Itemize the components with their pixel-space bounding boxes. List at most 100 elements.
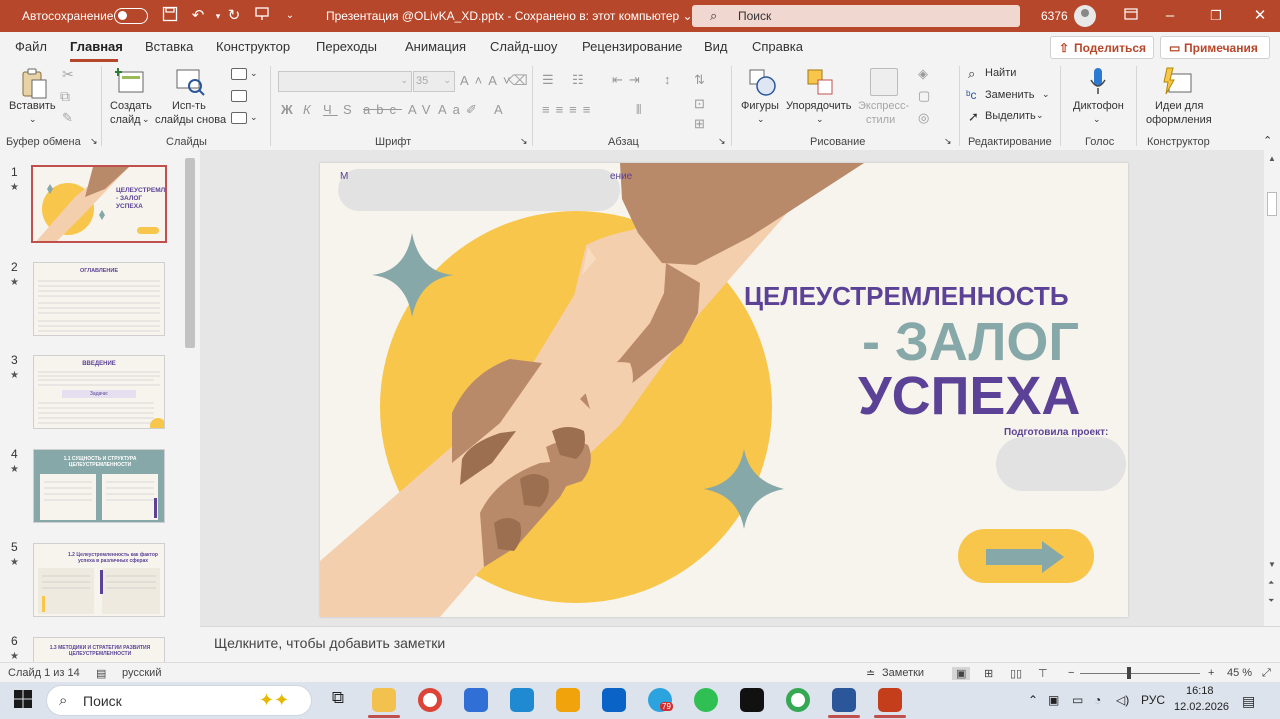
tab-insert[interactable]: Вставка xyxy=(145,39,193,54)
clipboard-launcher-icon[interactable]: ↘ xyxy=(90,136,98,147)
tab-design[interactable]: Конструктор xyxy=(216,39,290,54)
present-icon[interactable] xyxy=(252,6,272,26)
collapse-ribbon-icon[interactable]: ⌃ xyxy=(1263,134,1272,147)
designer-label-2[interactable]: оформления xyxy=(1146,114,1212,126)
shape-fill-icon[interactable]: ◈ xyxy=(918,66,934,82)
clock-date[interactable]: 12.02.2026 xyxy=(1174,701,1229,713)
slide-thumbnail-6[interactable]: 1.3 МЕТОДИКИ И СТРАТЕГИИ РАЗВИТИЯ ЦЕЛЕУС… xyxy=(33,637,165,662)
italic-icon[interactable]: К xyxy=(303,102,317,117)
reuse-slides-label-2[interactable]: слайды снова xyxy=(155,114,226,126)
restore-icon[interactable]: ❐ xyxy=(1206,6,1226,26)
replace-icon[interactable]: ᵇc xyxy=(966,88,977,102)
outlook-icon[interactable] xyxy=(602,688,626,712)
fit-to-window-icon[interactable]: ⤢ xyxy=(1262,667,1271,680)
sublime-icon[interactable] xyxy=(556,688,580,712)
shapes-label[interactable]: Фигуры xyxy=(741,100,779,112)
quick-styles-icon[interactable] xyxy=(870,68,898,96)
thumbnail-scrollbar[interactable] xyxy=(185,158,195,348)
notion-icon[interactable] xyxy=(740,688,764,712)
text-direction-icon[interactable]: ⇅ xyxy=(694,72,711,88)
shapes-icon[interactable] xyxy=(748,68,778,98)
paste-label[interactable]: Вставить xyxy=(9,100,56,112)
drawing-launcher-icon[interactable]: ↘ xyxy=(944,136,952,147)
chrome-profile-icon[interactable] xyxy=(786,688,810,712)
select-dropdown-icon[interactable]: ⌄ xyxy=(1036,110,1044,121)
paste-icon[interactable] xyxy=(20,68,48,100)
avatar[interactable] xyxy=(1074,5,1096,27)
align-icons[interactable]: ≡≡≡≡ xyxy=(542,102,596,117)
change-case-icon[interactable]: Aa xyxy=(438,102,466,117)
columns-icon[interactable]: ⫴ xyxy=(636,102,647,118)
zoom-slider-knob[interactable] xyxy=(1127,667,1131,679)
quick-styles-label-1[interactable]: Экспресс- xyxy=(858,100,909,112)
font-color-icon[interactable]: A xyxy=(494,102,509,117)
save-icon[interactable] xyxy=(160,6,180,26)
select-icon[interactable]: ➚ xyxy=(968,109,979,125)
slide-thumbnail-4[interactable]: 1.1 СУЩНОСТЬ И СТРУКТУРА ЦЕЛЕУСТРЕМЛЕННО… xyxy=(33,449,165,523)
notes-toggle-icon[interactable]: ≐ xyxy=(866,667,875,680)
slide-thumbnail-3[interactable]: ВВЕДЕНИЕ Задачи: xyxy=(33,355,165,429)
scroll-thumb[interactable] xyxy=(1267,192,1277,216)
highlight-icon[interactable]: ✐ xyxy=(466,102,483,118)
chrome-icon[interactable] xyxy=(418,688,442,712)
dictate-icon[interactable] xyxy=(1089,66,1107,98)
quick-styles-label-2[interactable]: стили xyxy=(866,114,895,126)
shapes-dropdown-icon[interactable]: ⌄ xyxy=(757,114,765,125)
photos-icon[interactable] xyxy=(510,688,534,712)
store-icon[interactable] xyxy=(464,688,488,712)
reuse-slides-icon[interactable] xyxy=(175,68,205,96)
shape-effects-icon[interactable]: ◎ xyxy=(918,110,935,126)
show-hidden-icons[interactable]: ⌃ xyxy=(1028,693,1038,707)
clock-time[interactable]: 16:18 xyxy=(1186,685,1214,697)
new-slide-icon[interactable] xyxy=(115,68,145,96)
minimize-icon[interactable]: – xyxy=(1160,6,1180,26)
line-spacing-icon[interactable]: ↕ xyxy=(664,72,677,87)
tab-file[interactable]: Файл xyxy=(15,39,47,54)
paragraph-launcher-icon[interactable]: ↘ xyxy=(718,136,726,147)
arrange-icon[interactable] xyxy=(806,68,836,98)
designer-icon[interactable] xyxy=(1163,66,1193,96)
title-search-input[interactable]: ⌕ Поиск xyxy=(692,5,1020,27)
next-slide-icon[interactable]: ⏷ xyxy=(1268,596,1274,606)
shadow-icon[interactable]: S xyxy=(343,102,358,117)
select-label[interactable]: Выделить xyxy=(985,110,1036,122)
reading-view-icon[interactable]: ▯▯ xyxy=(1010,667,1022,680)
arrange-label[interactable]: Упорядочить xyxy=(786,100,851,112)
bullets-icon[interactable]: ☰ xyxy=(542,72,560,88)
align-text-icon[interactable]: ⊡ xyxy=(694,96,711,112)
slide-thumbnail-5[interactable]: 1.2 Целеустремленность как фактор успеха… xyxy=(33,543,165,617)
strikethrough-icon[interactable]: abc xyxy=(363,102,402,117)
slide-sorter-icon[interactable]: ⊞ xyxy=(984,667,993,680)
arrange-dropdown-icon[interactable]: ⌄ xyxy=(816,114,824,125)
spacing-icon[interactable]: AV xyxy=(408,102,436,117)
replace-dropdown-icon[interactable]: ⌄ xyxy=(1042,89,1050,100)
new-slide-label-2[interactable]: слайд xyxy=(110,114,141,126)
slide-scrollbar[interactable]: ▲ ▼ ⏶ ⏷ xyxy=(1264,150,1280,626)
ribbon-display-icon[interactable] xyxy=(1121,6,1141,26)
start-icon[interactable] xyxy=(12,688,36,712)
tab-home[interactable]: Главная xyxy=(70,39,123,54)
scroll-up-icon[interactable]: ▲ xyxy=(1268,154,1276,163)
tab-help[interactable]: Справка xyxy=(752,39,803,54)
redo-icon[interactable]: ↻ xyxy=(224,6,244,26)
new-slide-dropdown-icon[interactable]: ⌄ xyxy=(142,114,150,125)
underline-icon[interactable]: Ч xyxy=(323,102,338,117)
taskbar-search-input[interactable]: ⌕ Поиск ✦✦ xyxy=(46,685,312,716)
designer-label-1[interactable]: Идеи для xyxy=(1155,100,1203,112)
zoom-in-icon[interactable]: + xyxy=(1208,667,1214,679)
close-icon[interactable]: ✕ xyxy=(1250,6,1270,26)
input-language[interactable]: РУС xyxy=(1141,693,1165,707)
layout-dropdown-icon[interactable]: ⌄ xyxy=(250,68,258,79)
smartart-icon[interactable]: ⊞ xyxy=(694,116,711,132)
wifi-icon[interactable]: ◔ xyxy=(1094,693,1101,707)
dictate-dropdown-icon[interactable]: ⌄ xyxy=(1093,114,1101,125)
tab-transitions[interactable]: Переходы xyxy=(316,39,377,54)
zoom-level[interactable]: 45 % xyxy=(1227,667,1252,679)
new-slide-label-1[interactable]: Создать xyxy=(110,100,152,112)
copy-icon[interactable]: ⧉ xyxy=(60,88,70,105)
prev-slide-icon[interactable]: ⏶ xyxy=(1268,578,1274,588)
section-icon[interactable] xyxy=(231,112,247,124)
customize-toolbar-icon[interactable]: ⌄ xyxy=(280,6,300,26)
scroll-down-icon[interactable]: ▼ xyxy=(1268,560,1276,569)
zoom-slider[interactable] xyxy=(1080,673,1200,674)
